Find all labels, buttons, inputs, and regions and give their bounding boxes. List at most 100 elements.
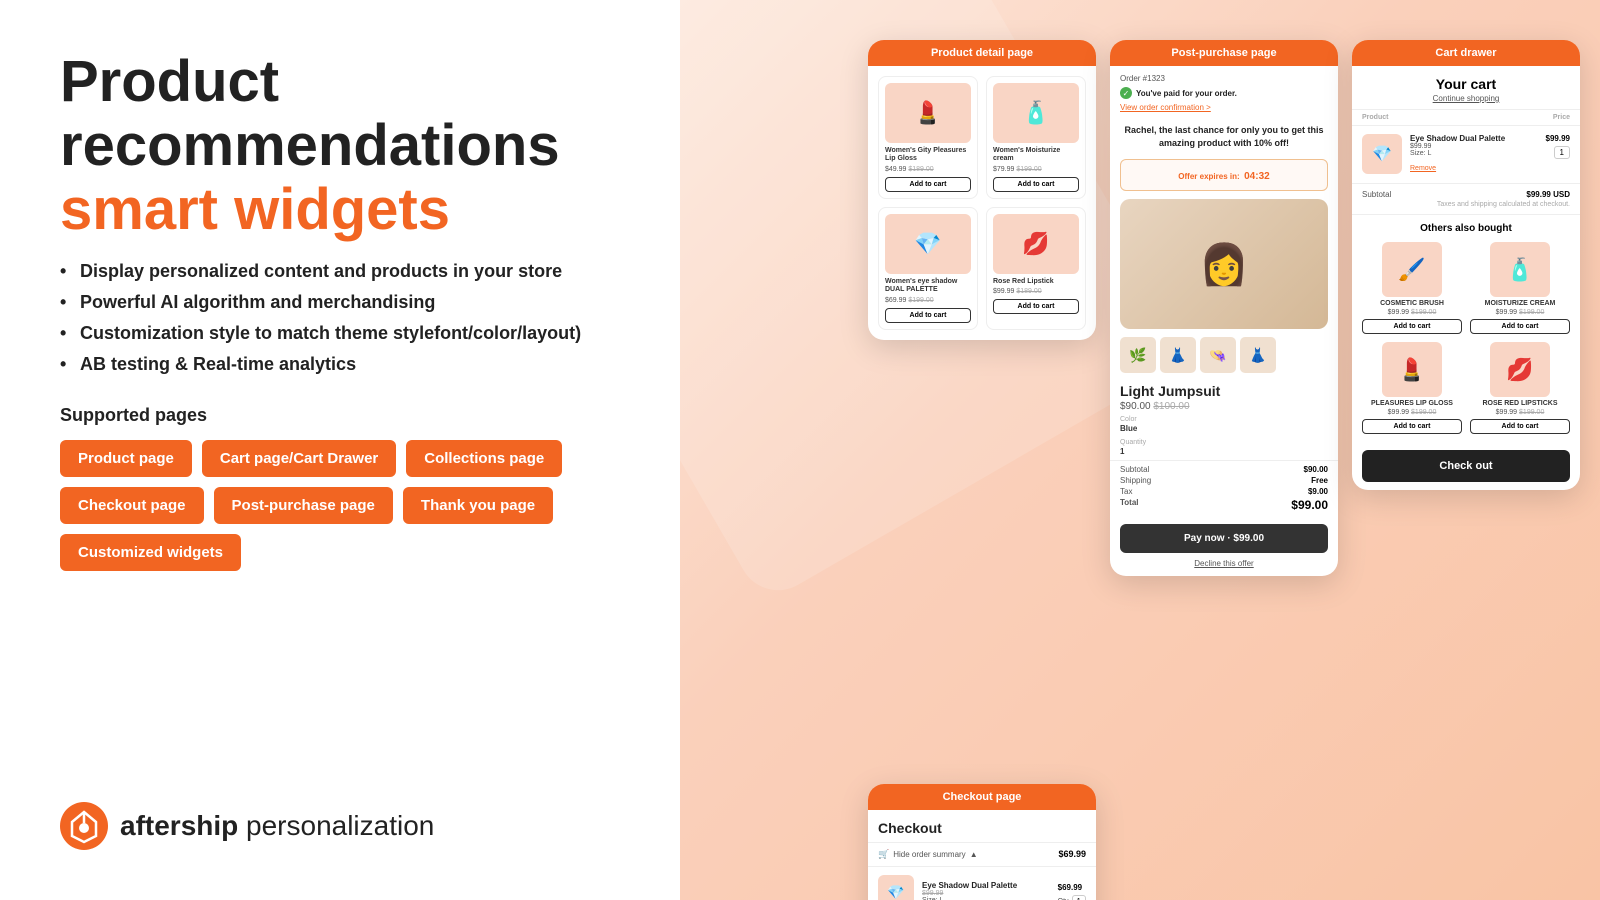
oab-item-1: 🧴 MOISTURIZE CREAM $99.99 $199.00 Add to… — [1470, 242, 1570, 334]
right-panel: Product detail page 💄 Women's Gity Pleas… — [680, 0, 1600, 900]
cart-col-headers: Product Price — [1352, 109, 1580, 126]
logo-area: aftership personalization — [60, 802, 620, 850]
decline-link[interactable]: Decline this offer — [1110, 557, 1338, 576]
oab-title: Others also bought — [1362, 223, 1570, 234]
post-color-section: Color Blue — [1110, 412, 1338, 437]
post-offer-text: Rachel, the last chance for only you to … — [1110, 118, 1338, 155]
post-product-thumbs: 🌿 👗 👒 👗 — [1110, 337, 1338, 379]
col-far-right-cards: Cart drawer Your cart Continue shopping … — [1352, 40, 1580, 490]
card-checkout: Checkout page Checkout 🛒 Hide order summ… — [868, 784, 1096, 900]
post-thumb-3: 👗 — [1240, 337, 1276, 373]
card-cart-drawer: Cart drawer Your cart Continue shopping … — [1352, 40, 1580, 490]
logo-text: aftership personalization — [120, 810, 434, 842]
post-order-num: Order #1323 — [1110, 66, 1338, 85]
product-price-0: $49.99 $189.00 — [885, 166, 971, 173]
checkout-item-row: 💎 Eye Shadow Dual Palette $99.99 Size: L… — [868, 867, 1096, 900]
cart-item-qty-section: $99.99 1 — [1546, 134, 1570, 159]
product-item: 💋 Rose Red Lipstick $99.99 $189.00 Add t… — [986, 207, 1086, 330]
bullet-item: Powerful AI algorithm and merchandising — [60, 292, 620, 313]
checkout-title: Checkout — [868, 810, 1096, 842]
supported-pages-section: Supported pages Product page Cart page/C… — [60, 405, 620, 571]
product-detail-body: 💄 Women's Gity Pleasures Lip Gloss $49.9… — [868, 66, 1096, 340]
left-panel: Product recommendations smart widgets Di… — [0, 0, 680, 900]
bullet-item: Customization style to match theme style… — [60, 323, 620, 344]
checkout-button[interactable]: Check out — [1362, 450, 1570, 482]
order-summary-left: 🛒 Hide order summary ▲ — [878, 849, 978, 860]
cart-your-cart: Your cart — [1352, 66, 1580, 94]
post-qty-section: Quantity 1 — [1110, 437, 1338, 460]
oab-item-img-3: 💋 — [1490, 342, 1550, 397]
add-to-cart-btn-1[interactable]: Add to cart — [993, 177, 1079, 192]
checkout-item-qty-section: $69.99 Qty 1 — [1058, 877, 1086, 900]
product-detail-header: Product detail page — [868, 40, 1096, 66]
pay-now-button[interactable]: Pay now · $99.00 — [1120, 524, 1328, 553]
oab-add-btn-2[interactable]: Add to cart — [1362, 419, 1462, 434]
checkout-order-summary: 🛒 Hide order summary ▲ $69.99 — [868, 842, 1096, 867]
product-img-3: 💋 — [993, 214, 1079, 274]
checkout-header: Checkout page — [868, 784, 1096, 810]
bullet-item: AB testing & Real-time analytics — [60, 354, 620, 375]
tag-collections-page[interactable]: Collections page — [406, 440, 562, 477]
cart-qty-box[interactable]: 1 — [1554, 146, 1570, 159]
oab-item-img-1: 🧴 — [1490, 242, 1550, 297]
tag-cart-page[interactable]: Cart page/Cart Drawer — [202, 440, 396, 477]
add-to-cart-btn-2[interactable]: Add to cart — [885, 308, 971, 323]
tag-post-purchase-page[interactable]: Post-purchase page — [214, 487, 393, 524]
cart-icon: 🛒 — [878, 849, 889, 860]
tag-product-page[interactable]: Product page — [60, 440, 192, 477]
post-product-name: Light Jumpsuit — [1110, 379, 1338, 401]
oab-item-0: 🖌️ COSMETIC BRUSH $99.99 $199.00 Add to … — [1362, 242, 1462, 334]
tag-checkout-page[interactable]: Checkout page — [60, 487, 204, 524]
add-to-cart-btn-3[interactable]: Add to cart — [993, 299, 1079, 314]
post-thumb-0: 🌿 — [1120, 337, 1156, 373]
product-name-1: Women's Moisturize cream — [993, 147, 1079, 164]
aftership-logo-icon — [60, 802, 108, 850]
oab-item-2: 💄 PLEASURES LIP GLOSS $99.99 $199.00 Add… — [1362, 342, 1462, 434]
oab-item-img-2: 💄 — [1382, 342, 1442, 397]
product-price-3: $99.99 $189.00 — [993, 288, 1079, 295]
continue-shopping-link[interactable]: Continue shopping — [1352, 94, 1580, 109]
post-product-img: 👩 — [1120, 199, 1328, 329]
cart-item-details: Eye Shadow Dual Palette $99.99 Size: L R… — [1410, 134, 1538, 175]
post-subtotals: Subtotal $90.00 Shipping Free Tax $9.00 … — [1110, 460, 1338, 518]
post-paid-msg: ✓ You've paid for your order. — [1110, 85, 1338, 103]
product-name-2: Women's eye shadow DUAL PALETTE — [885, 278, 971, 295]
card-post-purchase: Post-purchase page Order #1323 ✓ You've … — [1110, 40, 1338, 576]
card-product-detail: Product detail page 💄 Women's Gity Pleas… — [868, 40, 1096, 340]
product-item: 💄 Women's Gity Pleasures Lip Gloss $49.9… — [878, 76, 978, 199]
post-product-price: $90.00 $100.00 — [1110, 401, 1338, 412]
product-item: 💎 Women's eye shadow DUAL PALETTE $69.99… — [878, 207, 978, 330]
post-thumb-2: 👒 — [1200, 337, 1236, 373]
tag-customized-widgets[interactable]: Customized widgets — [60, 534, 241, 571]
supported-pages-label: Supported pages — [60, 405, 620, 426]
cart-tax-note: Taxes and shipping calculated at checkou… — [1352, 201, 1580, 214]
product-name-0: Women's Gity Pleasures Lip Gloss — [885, 147, 971, 164]
tag-thank-you-page[interactable]: Thank you page — [403, 487, 553, 524]
oab-add-btn-0[interactable]: Add to cart — [1362, 319, 1462, 334]
view-order-link[interactable]: View order confirmation > — [1110, 103, 1338, 118]
post-thumb-1: 👗 — [1160, 337, 1196, 373]
product-price-2: $69.99 $199.00 — [885, 297, 971, 304]
cart-item-row: 💎 Eye Shadow Dual Palette $99.99 Size: L… — [1352, 126, 1580, 184]
post-purchase-header: Post-purchase page — [1110, 40, 1338, 66]
product-img-0: 💄 — [885, 83, 971, 143]
product-name-3: Rose Red Lipstick — [993, 278, 1079, 286]
screenshots-row: Product detail page 💄 Women's Gity Pleas… — [848, 40, 1600, 900]
oab-item-3: 💋 ROSE RED LIPSTICKS $99.99 $199.00 Add … — [1470, 342, 1570, 434]
product-img-1: 🧴 — [993, 83, 1079, 143]
oab-grid: 🖌️ COSMETIC BRUSH $99.99 $199.00 Add to … — [1362, 242, 1570, 434]
cart-drawer-header: Cart drawer — [1352, 40, 1580, 66]
qty-box[interactable]: 1 — [1072, 895, 1086, 900]
offer-timer: Offer expires in: 04:32 — [1120, 159, 1328, 191]
add-to-cart-btn-0[interactable]: Add to cart — [885, 177, 971, 192]
product-grid: 💄 Women's Gity Pleasures Lip Gloss $49.9… — [878, 76, 1086, 330]
check-circle-icon: ✓ — [1120, 87, 1132, 99]
col-left-cards: Product detail page 💄 Women's Gity Pleas… — [868, 40, 1096, 900]
oab-add-btn-3[interactable]: Add to cart — [1470, 419, 1570, 434]
bullet-list: Display personalized content and product… — [60, 261, 620, 375]
cart-item-remove[interactable]: Remove — [1410, 165, 1436, 172]
tags-container: Product page Cart page/Cart Drawer Colle… — [60, 440, 620, 571]
order-total: $69.99 — [1058, 849, 1086, 859]
others-also-bought: Others also bought 🖌️ COSMETIC BRUSH $99… — [1352, 214, 1580, 442]
oab-add-btn-1[interactable]: Add to cart — [1470, 319, 1570, 334]
